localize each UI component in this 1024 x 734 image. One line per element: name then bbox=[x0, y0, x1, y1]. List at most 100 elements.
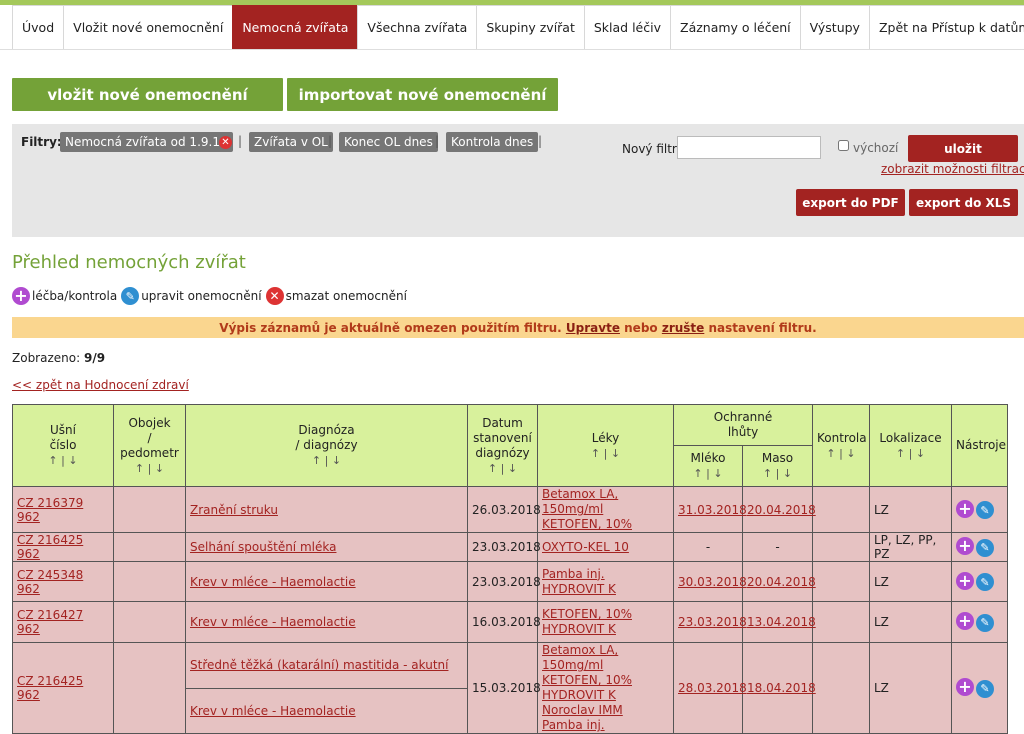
pencil-icon[interactable]: ✎ bbox=[976, 538, 994, 557]
tab-vystupy[interactable]: Výstupy bbox=[799, 5, 869, 50]
header-text: Kontrola bbox=[817, 430, 867, 445]
date-cell: 23.03.2018 bbox=[467, 532, 541, 562]
header-text: Mléko bbox=[690, 451, 726, 465]
new-filter-input[interactable] bbox=[677, 136, 821, 159]
sort-arrows-icon[interactable]: ↑ | ↓ bbox=[118, 461, 181, 476]
milk-date-link[interactable]: 30.03.2018 bbox=[678, 575, 747, 589]
collar-cell bbox=[113, 561, 186, 602]
filter-notice: Výpis záznamů je aktuálně omezen použití… bbox=[12, 317, 1024, 338]
close-circle-icon[interactable]: ✕ bbox=[219, 136, 232, 149]
records-summary-value: 9/9 bbox=[83, 351, 106, 365]
location-cell: LP, LZ, PP, PZ bbox=[869, 532, 952, 562]
drug-link[interactable]: KETOFEN, 10% bbox=[542, 673, 669, 688]
filter-chip-sick-since[interactable]: Nemocná zvířata od 1.9.18 bbox=[60, 132, 233, 152]
pencil-icon[interactable]: ✎ bbox=[976, 573, 994, 592]
header-text: / diagnózy bbox=[295, 438, 358, 452]
tab-uvod[interactable]: Úvod bbox=[12, 5, 64, 50]
export-xls-button[interactable]: export do XLS bbox=[909, 189, 1018, 216]
drug-link[interactable]: Betamox LA, 150mg/ml bbox=[542, 487, 669, 517]
sort-arrows-icon[interactable]: ↑ | ↓ bbox=[817, 446, 865, 461]
drug-link[interactable]: Pamba inj. bbox=[542, 718, 669, 733]
tab-vsechna-zvirata[interactable]: Všechna zvířata bbox=[357, 5, 477, 50]
ear-number-link[interactable]: CZ 216427 962 bbox=[17, 608, 83, 636]
meat-date-link[interactable]: 13.04.2018 bbox=[747, 615, 816, 629]
import-disease-button[interactable]: importovat nové onemocnění bbox=[287, 78, 558, 111]
tab-skupiny-zvirat[interactable]: Skupiny zvířat bbox=[476, 5, 584, 50]
notice-edit-link[interactable]: Upravte bbox=[566, 321, 620, 335]
plus-circle-icon[interactable]: + bbox=[956, 612, 974, 631]
milk-date-link[interactable]: 28.03.2018 bbox=[678, 681, 747, 695]
tab-zaznamy-o-leceni[interactable]: Záznamy o léčení bbox=[670, 5, 800, 50]
default-label: výchozí bbox=[853, 141, 899, 155]
diagnosis-link[interactable]: Krev v mléce - Haemolactie bbox=[190, 575, 356, 589]
meat-date-link[interactable]: 20.04.2018 bbox=[747, 575, 816, 589]
header-text: Ušní bbox=[50, 423, 76, 437]
meat-date-link[interactable]: 18.04.2018 bbox=[747, 681, 816, 695]
notice-cancel-link[interactable]: zrušte bbox=[662, 321, 704, 335]
col-location: Lokalizace ↑ | ↓ bbox=[869, 404, 952, 487]
tab-vlozit-onemocneni[interactable]: Vložit nové onemocnění bbox=[63, 5, 233, 50]
show-filter-options-link[interactable]: zobrazit možnosti filtrace bbox=[881, 162, 1024, 176]
table-row: CZ 216425 962 Středně těžká (katarální) … bbox=[12, 642, 1008, 734]
col-check: Kontrola ↑ | ↓ bbox=[812, 404, 870, 487]
pencil-icon[interactable]: ✎ bbox=[976, 501, 994, 520]
drug-link[interactable]: HYDROVIT K bbox=[542, 688, 669, 703]
new-disease-button[interactable]: vložit nové onemocnění bbox=[12, 78, 283, 111]
legend-delete-label: smazat onemocnění bbox=[285, 289, 407, 303]
diagnosis-link[interactable]: Krev v mléce - Haemolactie bbox=[190, 615, 356, 629]
ear-number-link[interactable]: CZ 216379 962 bbox=[17, 496, 83, 524]
meat-date-link[interactable]: 20.04.2018 bbox=[747, 503, 816, 517]
notice-text: nastavení filtru. bbox=[708, 320, 817, 335]
date-cell: 16.03.2018 bbox=[467, 601, 541, 643]
col-drugs: Léky ↑ | ↓ bbox=[537, 404, 674, 487]
diagnosis-link[interactable]: Středně těžká (katarální) mastitida - ak… bbox=[190, 658, 448, 672]
drug-link[interactable]: KETOFEN, 10% bbox=[542, 517, 669, 532]
back-to-health-link[interactable]: << zpět na Hodnocení zdraví bbox=[12, 378, 189, 392]
ear-number-link[interactable]: CZ 216425 962 bbox=[17, 533, 83, 561]
drug-link[interactable]: Pamba inj. bbox=[542, 567, 669, 582]
diagnosis-link[interactable]: Selhání spouštění mléka bbox=[190, 540, 336, 554]
pencil-icon: ✎ bbox=[121, 287, 140, 305]
location-cell: LZ bbox=[869, 486, 952, 533]
plus-circle-icon[interactable]: + bbox=[956, 537, 974, 556]
filter-chip-ol-end-today[interactable]: Konec OL dnes bbox=[339, 132, 438, 152]
sort-arrows-icon[interactable]: ↑ | ↓ bbox=[874, 446, 947, 461]
records-summary: Zobrazeno: 9/9 bbox=[12, 351, 105, 365]
sort-arrows-icon[interactable]: ↑ | ↓ bbox=[747, 466, 808, 481]
sort-arrows-icon[interactable]: ↑ | ↓ bbox=[678, 466, 738, 481]
filter-chip-check-today[interactable]: Kontrola dnes bbox=[446, 132, 539, 152]
plus-circle-icon[interactable]: + bbox=[956, 678, 974, 697]
drug-link[interactable]: KETOFEN, 10% bbox=[542, 607, 669, 622]
default-checkbox[interactable] bbox=[838, 140, 849, 151]
milk-date-link[interactable]: 23.03.2018 bbox=[678, 615, 747, 629]
sort-arrows-icon[interactable]: ↑ | ↓ bbox=[190, 453, 463, 468]
separator: | bbox=[328, 134, 333, 148]
table-row: CZ 216425 962 Selhání spouštění mléka 23… bbox=[12, 532, 1008, 562]
plus-circle-icon[interactable]: + bbox=[956, 571, 974, 590]
pencil-icon[interactable]: ✎ bbox=[976, 679, 994, 698]
drug-link[interactable]: HYDROVIT K bbox=[542, 582, 669, 597]
drug-link[interactable]: Betamox LA, 150mg/ml bbox=[542, 643, 669, 673]
ear-number-link[interactable]: CZ 216425 962 bbox=[17, 674, 83, 702]
milk-date-link[interactable]: 31.03.2018 bbox=[678, 503, 747, 517]
pencil-icon[interactable]: ✎ bbox=[976, 613, 994, 632]
sort-arrows-icon[interactable]: ↑ | ↓ bbox=[17, 453, 109, 468]
export-pdf-button[interactable]: export do PDF bbox=[796, 189, 905, 216]
date-cell: 26.03.2018 bbox=[467, 486, 541, 533]
sort-arrows-icon[interactable]: ↑ | ↓ bbox=[472, 461, 533, 476]
save-filter-button[interactable]: uložit bbox=[908, 135, 1018, 162]
drug-link[interactable]: HYDROVIT K bbox=[542, 622, 669, 637]
diagnosis-link[interactable]: Zranění struku bbox=[190, 503, 278, 517]
sort-arrows-icon[interactable]: ↑ | ↓ bbox=[542, 446, 669, 461]
tab-nemocna-zvirata[interactable]: Nemocná zvířata bbox=[232, 5, 358, 50]
header-text: Maso bbox=[761, 451, 794, 465]
diagnosis-link[interactable]: Krev v mléce - Haemolactie bbox=[190, 704, 356, 718]
plus-circle-icon[interactable]: + bbox=[956, 499, 974, 518]
filter-chip-in-ol[interactable]: Zvířata v OL bbox=[249, 132, 333, 152]
tab-sklad-leciv[interactable]: Sklad léčiv bbox=[583, 5, 670, 50]
drug-link[interactable]: Noroclav IMM bbox=[542, 703, 669, 718]
tab-zpet-pristup[interactable]: Zpět na Přístup k datům bbox=[868, 5, 1024, 50]
ear-number-link[interactable]: CZ 245348 962 bbox=[17, 568, 83, 596]
drug-link[interactable]: OXYTO-KEL 10 bbox=[542, 540, 669, 555]
filters-label: Filtry: bbox=[21, 135, 62, 149]
